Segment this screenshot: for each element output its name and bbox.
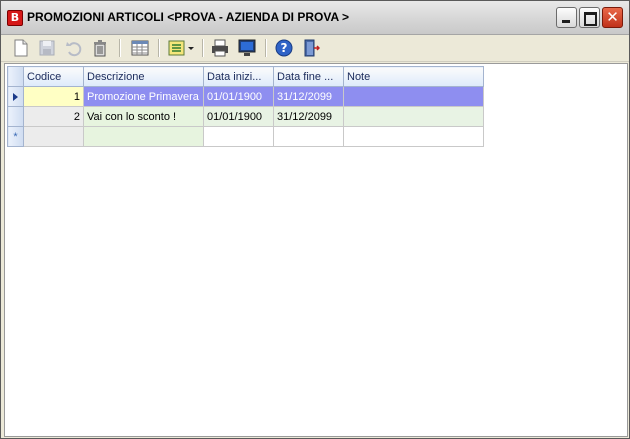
exit-door-icon xyxy=(304,39,320,57)
cell-note[interactable] xyxy=(343,106,484,127)
column-header-note[interactable]: Note xyxy=(343,66,484,87)
toolbar-separator xyxy=(202,39,204,57)
column-header-codice[interactable]: Codice xyxy=(23,66,84,87)
maximize-button[interactable] xyxy=(579,7,600,28)
toolbar-separator xyxy=(119,39,121,57)
column-header-data-fine[interactable]: Data fine ... xyxy=(273,66,344,87)
new-row[interactable]: * xyxy=(7,126,484,147)
app-logo-icon[interactable]: B xyxy=(7,10,23,26)
toolbar-separator xyxy=(265,39,267,57)
exit-button[interactable] xyxy=(300,37,322,59)
current-row-arrow-icon xyxy=(13,92,18,101)
cell-data-inizio[interactable]: 01/01/1900 xyxy=(203,86,274,107)
undo-button[interactable] xyxy=(63,37,85,59)
new-button[interactable] xyxy=(10,37,32,59)
app-window: B PROMOZIONI ARTICOLI <PROVA - AZIENDA D… xyxy=(0,0,630,439)
print-icon xyxy=(212,39,228,57)
table-header-row: Codice Descrizione Data inizi... Data fi… xyxy=(7,66,484,87)
new-row-selector[interactable]: * xyxy=(7,126,24,147)
cell-codice[interactable]: 2 xyxy=(23,106,84,127)
cell-descrizione[interactable] xyxy=(83,126,204,147)
cell-data-fine[interactable] xyxy=(273,126,344,147)
minimize-button[interactable] xyxy=(556,7,577,28)
new-document-icon xyxy=(14,39,28,57)
help-icon: ? xyxy=(275,39,293,57)
row-header-corner[interactable] xyxy=(7,66,24,87)
row-selector[interactable] xyxy=(7,86,24,107)
trash-icon xyxy=(94,40,106,57)
toolbar-separator xyxy=(158,39,160,57)
cell-codice[interactable] xyxy=(23,126,84,147)
maximize-icon xyxy=(584,12,597,26)
cell-codice[interactable]: 1 xyxy=(23,86,84,107)
cell-data-inizio[interactable]: 01/01/1900 xyxy=(203,106,274,127)
grid-view-icon xyxy=(131,40,149,56)
columns-dropdown-button[interactable] xyxy=(166,37,196,59)
delete-button[interactable] xyxy=(89,37,111,59)
help-button[interactable]: ? xyxy=(273,37,295,59)
minimize-icon xyxy=(562,20,570,23)
save-button[interactable] xyxy=(36,37,58,59)
column-header-descrizione[interactable]: Descrizione xyxy=(83,66,204,87)
cell-data-inizio[interactable] xyxy=(203,126,274,147)
svg-text:?: ? xyxy=(281,41,288,55)
close-icon: ✕ xyxy=(606,8,619,26)
preview-button[interactable] xyxy=(236,37,258,59)
cell-descrizione[interactable]: Vai con lo sconto ! xyxy=(83,106,204,127)
undo-icon xyxy=(66,42,82,57)
cell-descrizione[interactable]: Promozione Primavera xyxy=(83,86,204,107)
print-button[interactable] xyxy=(209,37,231,59)
cell-data-fine[interactable]: 31/12/2099 xyxy=(273,106,344,127)
table-row[interactable]: 2 Vai con lo sconto ! 01/01/1900 31/12/2… xyxy=(7,106,484,127)
close-button[interactable]: ✕ xyxy=(602,7,623,28)
new-row-star-icon: * xyxy=(13,130,18,143)
toolbar: ? xyxy=(1,35,629,62)
cell-note[interactable] xyxy=(343,86,484,107)
save-disk-icon xyxy=(39,40,55,56)
monitor-preview-icon xyxy=(238,39,256,56)
promotions-table[interactable]: Codice Descrizione Data inizi... Data fi… xyxy=(7,66,484,147)
data-grid[interactable]: Codice Descrizione Data inizi... Data fi… xyxy=(4,63,628,437)
column-header-data-inizio[interactable]: Data inizi... xyxy=(203,66,274,87)
grid-view-button[interactable] xyxy=(129,37,151,59)
columns-dropdown-icon xyxy=(168,40,194,56)
cell-data-fine[interactable]: 31/12/2099 xyxy=(273,86,344,107)
window-title: PROMOZIONI ARTICOLI <PROVA - AZIENDA DI … xyxy=(27,10,350,24)
title-bar[interactable]: B PROMOZIONI ARTICOLI <PROVA - AZIENDA D… xyxy=(1,1,629,35)
table-row[interactable]: 1 Promozione Primavera 01/01/1900 31/12/… xyxy=(7,86,484,107)
row-selector[interactable] xyxy=(7,106,24,127)
cell-note[interactable] xyxy=(343,126,484,147)
